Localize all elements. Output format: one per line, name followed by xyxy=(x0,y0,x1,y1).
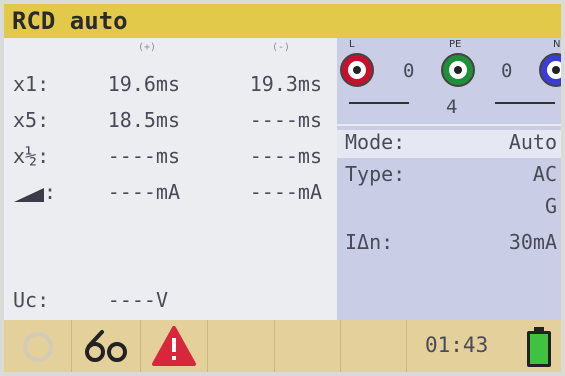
status-bar: 01:43 xyxy=(4,320,561,372)
voltage-l-pe: 0 xyxy=(403,60,415,82)
voltage-line-left xyxy=(349,102,409,104)
row-label-ramp: : xyxy=(44,180,57,204)
column-header-negative: (-) xyxy=(272,42,291,53)
status-cell-5 xyxy=(275,320,341,372)
x1-negative-value: 19.3ms xyxy=(249,72,322,96)
x1-positive-value: 19.6ms xyxy=(107,72,180,96)
terminal-label-l: L xyxy=(349,39,355,50)
ramp-negative-value: ----mA xyxy=(249,180,322,204)
row-label-x5: x5: xyxy=(13,108,50,132)
test-leads-icon xyxy=(85,330,127,362)
status-cell-6 xyxy=(341,320,407,372)
setting-row-mode[interactable]: Mode: Auto xyxy=(337,130,561,158)
title-bar: RCD auto xyxy=(4,4,561,38)
status-cell-1 xyxy=(4,320,72,372)
l-terminal-icon xyxy=(340,53,374,87)
type-value: AC xyxy=(532,162,557,186)
setting-row-type[interactable]: Type: AC xyxy=(337,162,561,190)
results-panel: (+) (-) x1: 19.6ms 19.3ms x5: 18.5ms ---… xyxy=(4,38,337,320)
clock-time: 01:43 xyxy=(425,333,489,357)
setting-row-type-g[interactable]: G xyxy=(337,194,561,222)
setting-row-idn[interactable]: IΔn: 30mA xyxy=(337,230,561,258)
type-g-value: G xyxy=(544,194,557,218)
settings-divider xyxy=(337,124,561,126)
instrument-screen: RCD auto (+) (-) x1: 19.6ms 19.3ms x5: 1… xyxy=(4,4,561,372)
busy-spinner-icon xyxy=(23,332,53,362)
x5-negative-value: ----ms xyxy=(249,108,322,132)
terminal-label-n: N xyxy=(553,39,561,50)
type-label: Type: xyxy=(345,162,406,186)
uc-value: ----V xyxy=(107,288,168,312)
pe-terminal-icon xyxy=(441,53,475,87)
n-terminal-icon xyxy=(539,53,561,87)
x-half-negative-value: ----ms xyxy=(249,144,322,168)
terminal-label-pe: PE xyxy=(449,39,462,50)
voltage-l-n: 4 xyxy=(446,96,458,118)
x5-positive-value: 18.5ms xyxy=(107,108,180,132)
voltage-pe-n: 0 xyxy=(501,60,513,82)
status-cell-3 xyxy=(141,320,208,372)
row-label-x-half: x½: xyxy=(13,144,50,168)
column-header-positive: (+) xyxy=(138,42,157,53)
ramp-icon xyxy=(14,188,44,202)
uc-label: Uc: xyxy=(13,288,50,312)
battery-icon xyxy=(527,327,551,367)
idn-label: IΔn: xyxy=(345,230,394,254)
row-label-x1: x1: xyxy=(13,72,50,96)
x-half-positive-value: ----ms xyxy=(107,144,180,168)
status-cell-4 xyxy=(208,320,275,372)
idn-value: 30mA xyxy=(508,230,557,254)
mode-value: Auto xyxy=(508,130,557,154)
settings-panel: L PE N 0 0 4 Mode: Auto Type: AC G IΔn: … xyxy=(337,38,561,320)
page-title: RCD auto xyxy=(12,7,128,35)
warning-icon xyxy=(152,326,196,366)
status-cell-2 xyxy=(72,320,141,372)
ramp-positive-value: ----mA xyxy=(107,180,180,204)
voltage-line-right xyxy=(495,102,555,104)
mode-label: Mode: xyxy=(345,130,406,154)
